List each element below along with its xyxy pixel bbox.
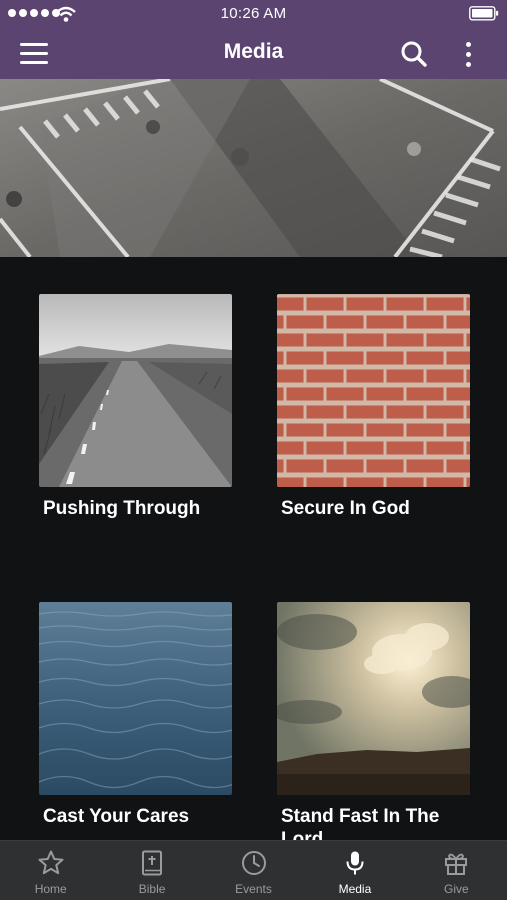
status-time: 10:26 AM (220, 5, 287, 22)
tab-label: Events (235, 882, 272, 896)
top-bar: 10:26 AM Media (0, 0, 507, 79)
media-card-cast-your-cares[interactable]: Cast Your Cares (39, 602, 232, 828)
media-card-pushing-through[interactable]: Pushing Through (39, 294, 232, 520)
bottom-tab-bar: Home Bible Events Media Give (0, 840, 507, 900)
media-card-secure-in-god[interactable]: Secure In God (277, 294, 470, 520)
road-image (39, 294, 232, 487)
tab-bible[interactable]: Bible (101, 841, 202, 900)
media-title: Cast Your Cares (43, 806, 190, 827)
water-image (39, 602, 232, 795)
clock-icon (241, 851, 266, 875)
app-bar: Media (0, 28, 507, 79)
microphone-icon (346, 851, 364, 875)
gift-icon (445, 853, 468, 875)
sky-clouds-image (277, 602, 470, 795)
bible-icon (142, 850, 163, 876)
tab-label: Media (338, 882, 372, 896)
tab-label: Home (34, 882, 67, 896)
star-icon (38, 850, 64, 875)
search-button[interactable] (398, 38, 430, 70)
more-options-button[interactable] (456, 36, 480, 72)
battery-icon (469, 6, 499, 21)
hero-banner-image (0, 79, 507, 257)
media-title: Secure In God (281, 498, 410, 519)
tab-media[interactable]: Media (304, 841, 405, 900)
tab-home[interactable]: Home (0, 841, 101, 900)
tab-label: Bible (138, 882, 166, 896)
media-card-stand-fast-in-the-lord[interactable]: Stand Fast In The Lord (277, 602, 470, 851)
media-title: Pushing Through (43, 498, 201, 519)
tab-give[interactable]: Give (406, 841, 507, 900)
status-bar: 10:26 AM (0, 0, 507, 28)
tab-label: Give (443, 882, 469, 896)
brick-wall-image (277, 294, 470, 487)
tab-events[interactable]: Events (203, 841, 304, 900)
page-title: Media (223, 40, 284, 63)
